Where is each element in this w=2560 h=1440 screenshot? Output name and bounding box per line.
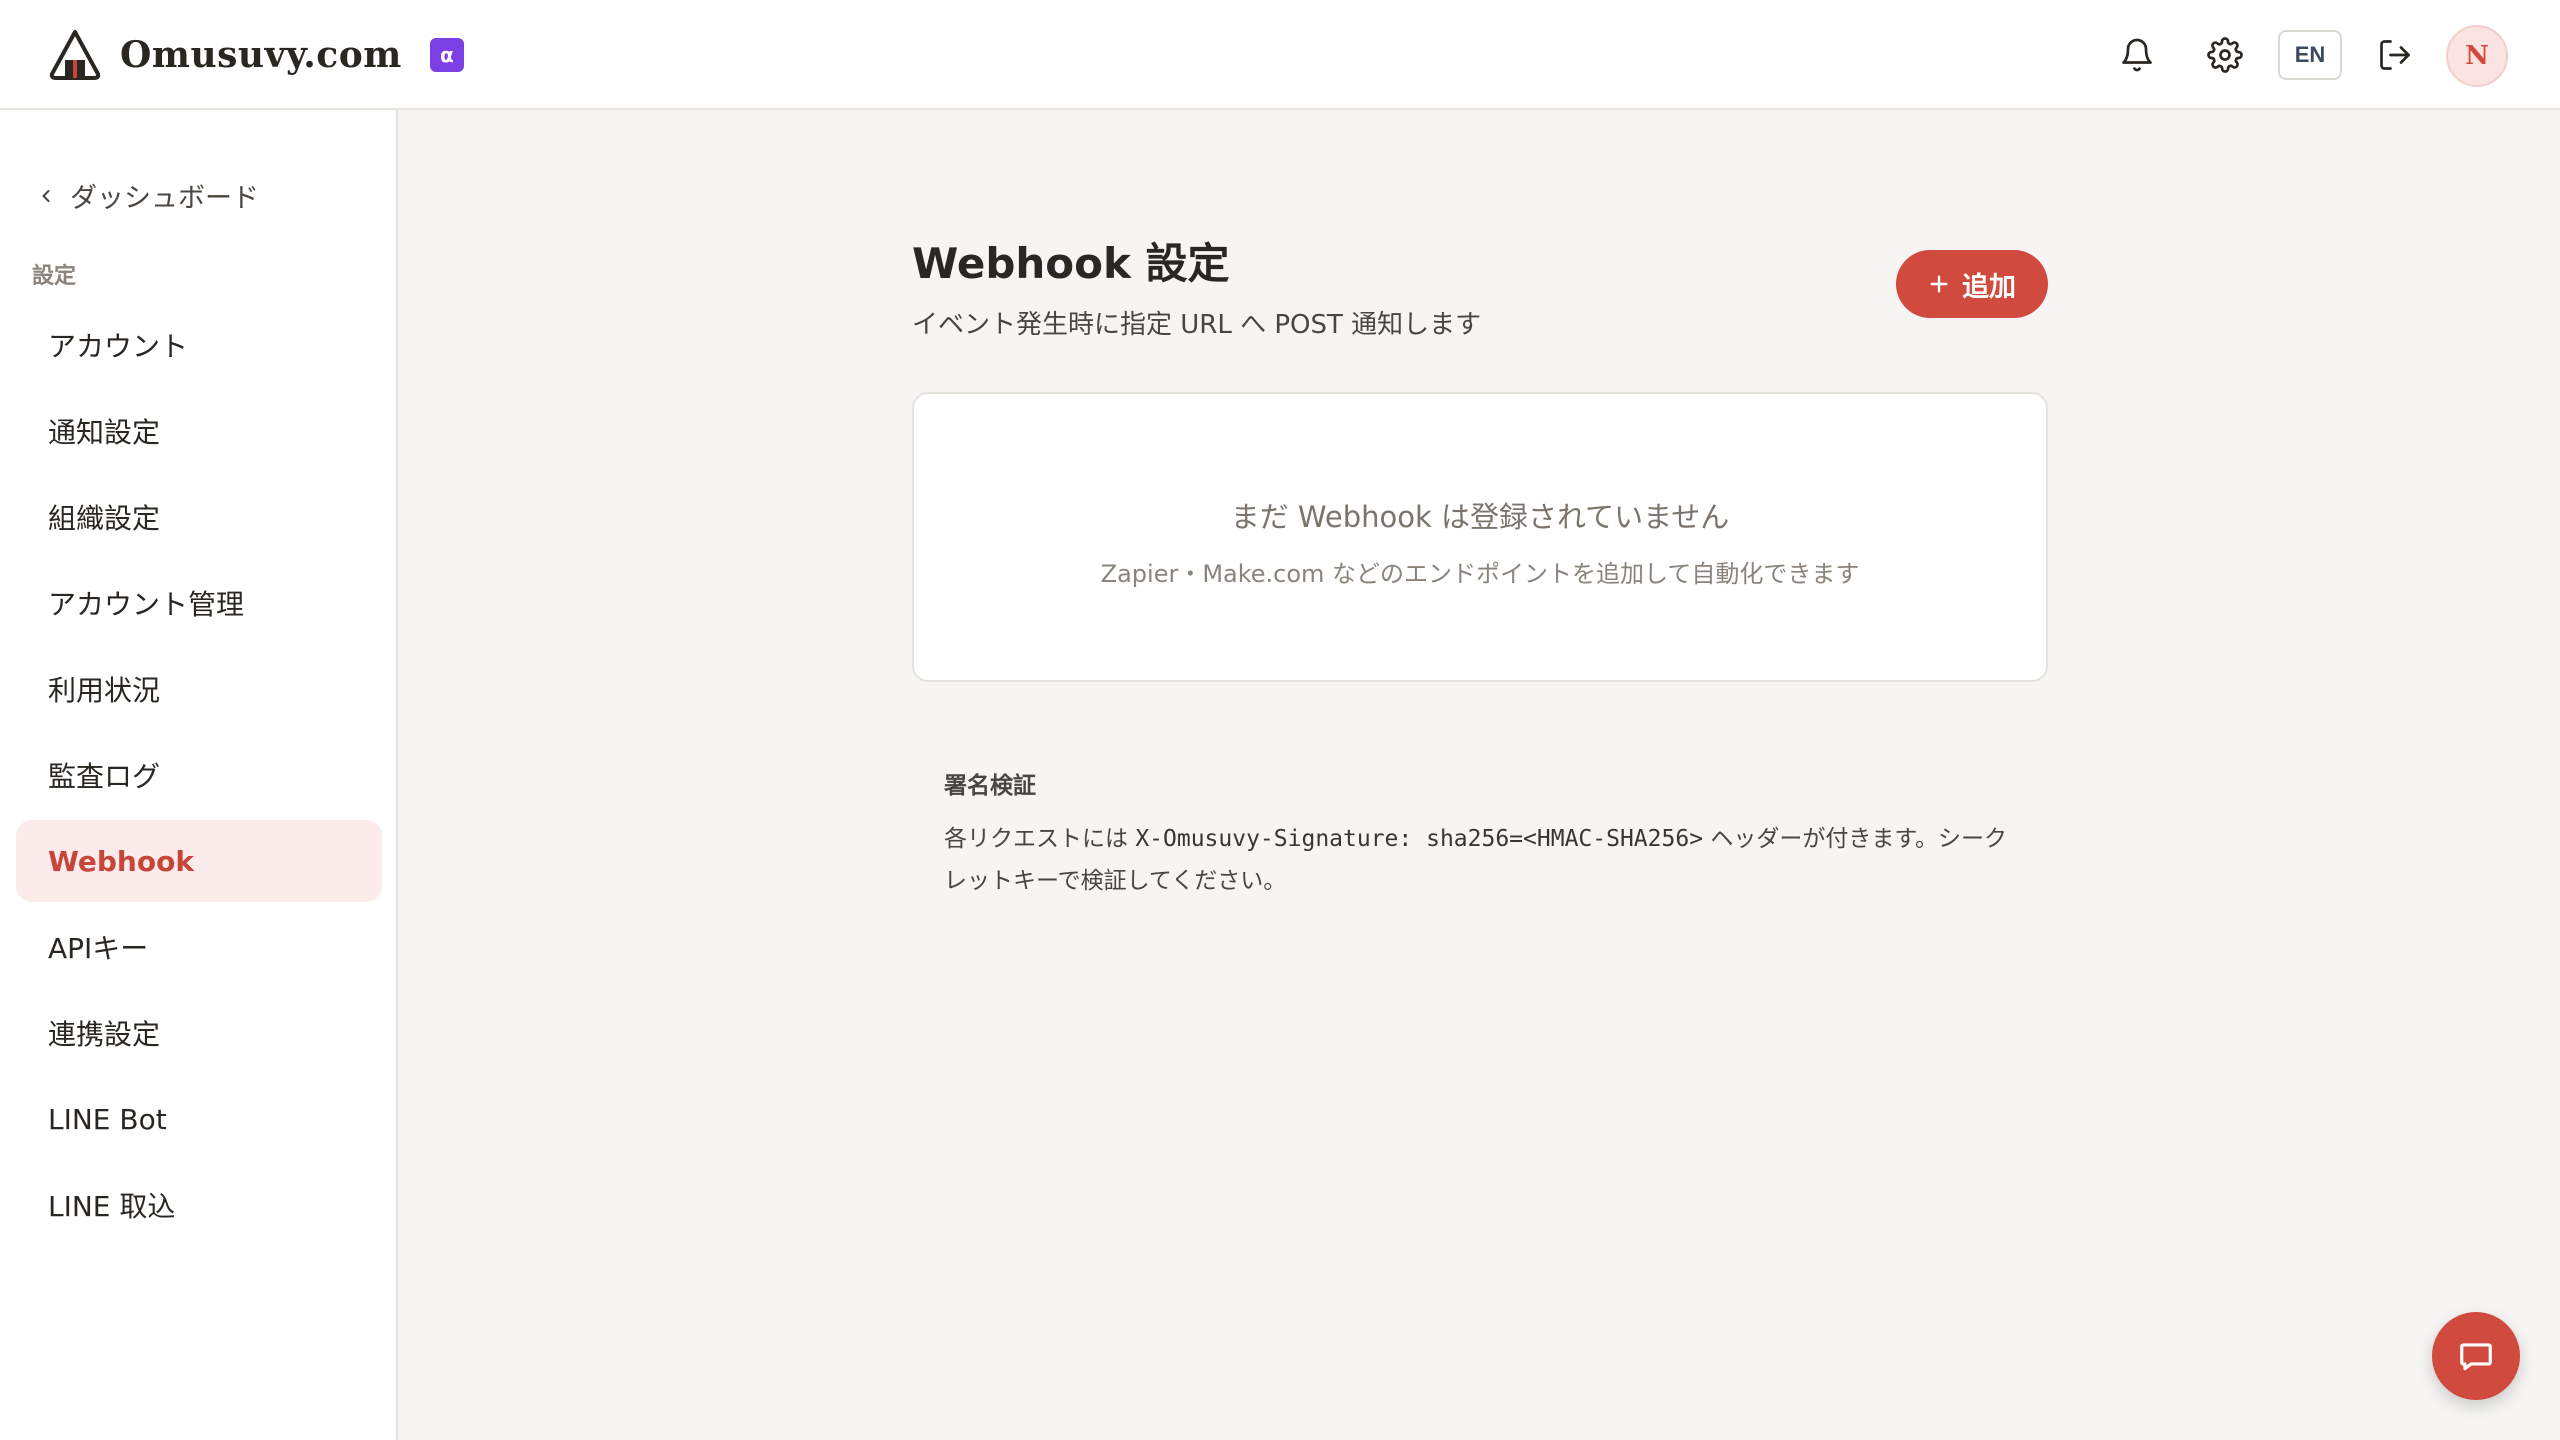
language-toggle-button[interactable]: EN bbox=[2278, 30, 2342, 80]
user-avatar[interactable]: N bbox=[2446, 25, 2508, 87]
sidebar-item-api-keys[interactable]: APIキー bbox=[16, 906, 382, 988]
add-button-label: 追加 bbox=[1962, 271, 2016, 303]
empty-state-title: まだ Webhook は登録されていません bbox=[1230, 500, 1730, 534]
sidebar-item-label: LINE 取込 bbox=[48, 1190, 176, 1223]
sidebar-item-usage[interactable]: 利用状況 bbox=[16, 648, 382, 730]
chevron-left-icon bbox=[42, 189, 50, 202]
logout-button[interactable] bbox=[2370, 30, 2420, 80]
sidebar-item-audit-log[interactable]: 監査ログ bbox=[16, 734, 382, 816]
sidebar-item-integrations[interactable]: 連携設定 bbox=[16, 992, 382, 1074]
notifications-button[interactable] bbox=[2112, 30, 2162, 80]
sidebar-section-label: 設定 bbox=[32, 264, 77, 289]
sidebar-item-organization[interactable]: 組織設定 bbox=[16, 476, 382, 558]
sidebar-item-notifications[interactable]: 通知設定 bbox=[16, 390, 382, 472]
bell-icon bbox=[2122, 38, 2152, 72]
sidebar-item-label: アカウント管理 bbox=[48, 588, 245, 621]
settings-nav: アカウント 通知設定 組織設定 アカウント管理 利用状況 監査ログ Webhoo… bbox=[16, 304, 382, 1250]
sidebar-item-account[interactable]: アカウント bbox=[16, 304, 382, 386]
brand[interactable]: Omusuvy.com α bbox=[46, 26, 464, 84]
sidebar-item-label: 利用状況 bbox=[48, 674, 161, 707]
top-header: Omusuvy.com α EN N bbox=[0, 0, 2560, 110]
page-subtitle: イベント発生時に指定 URL へ POST 通知します bbox=[912, 310, 1482, 340]
sidebar-item-webhook[interactable]: Webhook bbox=[16, 820, 382, 902]
gear-icon bbox=[2207, 37, 2243, 73]
signature-header-code: X-Omusuvy-Signature: sha256=<HMAC-SHA256… bbox=[1135, 826, 1704, 852]
signature-verification-section: 署名検証 各リクエストには X-Omusuvy-Signature: sha25… bbox=[944, 766, 2024, 902]
back-to-dashboard-link[interactable]: ダッシュボード bbox=[36, 176, 259, 215]
settings-sidebar: ダッシュボード 設定 アカウント 通知設定 組織設定 アカウント管理 利用状況 … bbox=[0, 110, 398, 1440]
back-link-label: ダッシュボード bbox=[70, 183, 259, 214]
sidebar-item-label: 組織設定 bbox=[48, 502, 161, 535]
page-title: Webhook 設定 bbox=[912, 239, 1230, 288]
add-webhook-button[interactable]: 追加 bbox=[1896, 250, 2048, 318]
alpha-badge: α bbox=[429, 38, 464, 72]
empty-state-description: Zapier・Make.com などのエンドポイントを追加して自動化できます bbox=[1100, 560, 1860, 588]
sidebar-item-label: Webhook bbox=[48, 844, 194, 878]
sidebar-item-account-management[interactable]: アカウント管理 bbox=[16, 562, 382, 644]
sidebar-item-label: LINE Bot bbox=[48, 1102, 167, 1136]
sidebar-item-line-bot[interactable]: LINE Bot bbox=[16, 1078, 382, 1160]
plus-icon bbox=[1930, 275, 1948, 293]
brand-name: Omusuvy.com bbox=[120, 34, 402, 76]
sidebar-item-label: 監査ログ bbox=[48, 760, 161, 793]
logout-icon bbox=[2380, 40, 2410, 70]
sidebar-item-line-import[interactable]: LINE 取込 bbox=[16, 1164, 382, 1246]
sidebar-item-label: アカウント bbox=[48, 330, 189, 363]
onigiri-logo-icon bbox=[49, 30, 101, 80]
signature-title: 署名検証 bbox=[944, 773, 1036, 799]
sidebar-item-label: 通知設定 bbox=[48, 416, 161, 449]
chat-support-button[interactable] bbox=[2432, 1312, 2520, 1400]
sidebar-item-label: APIキー bbox=[48, 932, 149, 965]
signature-description: 各リクエストには X-Omusuvy-Signature: sha256=<HM… bbox=[944, 818, 2024, 902]
sidebar-item-label: 連携設定 bbox=[48, 1018, 161, 1051]
signature-text-before: 各リクエストには bbox=[944, 826, 1136, 852]
chat-icon bbox=[2460, 1343, 2492, 1371]
settings-button[interactable] bbox=[2200, 30, 2250, 80]
webhook-empty-state: まだ Webhook は登録されていません Zapier・Make.com など… bbox=[912, 392, 2048, 682]
